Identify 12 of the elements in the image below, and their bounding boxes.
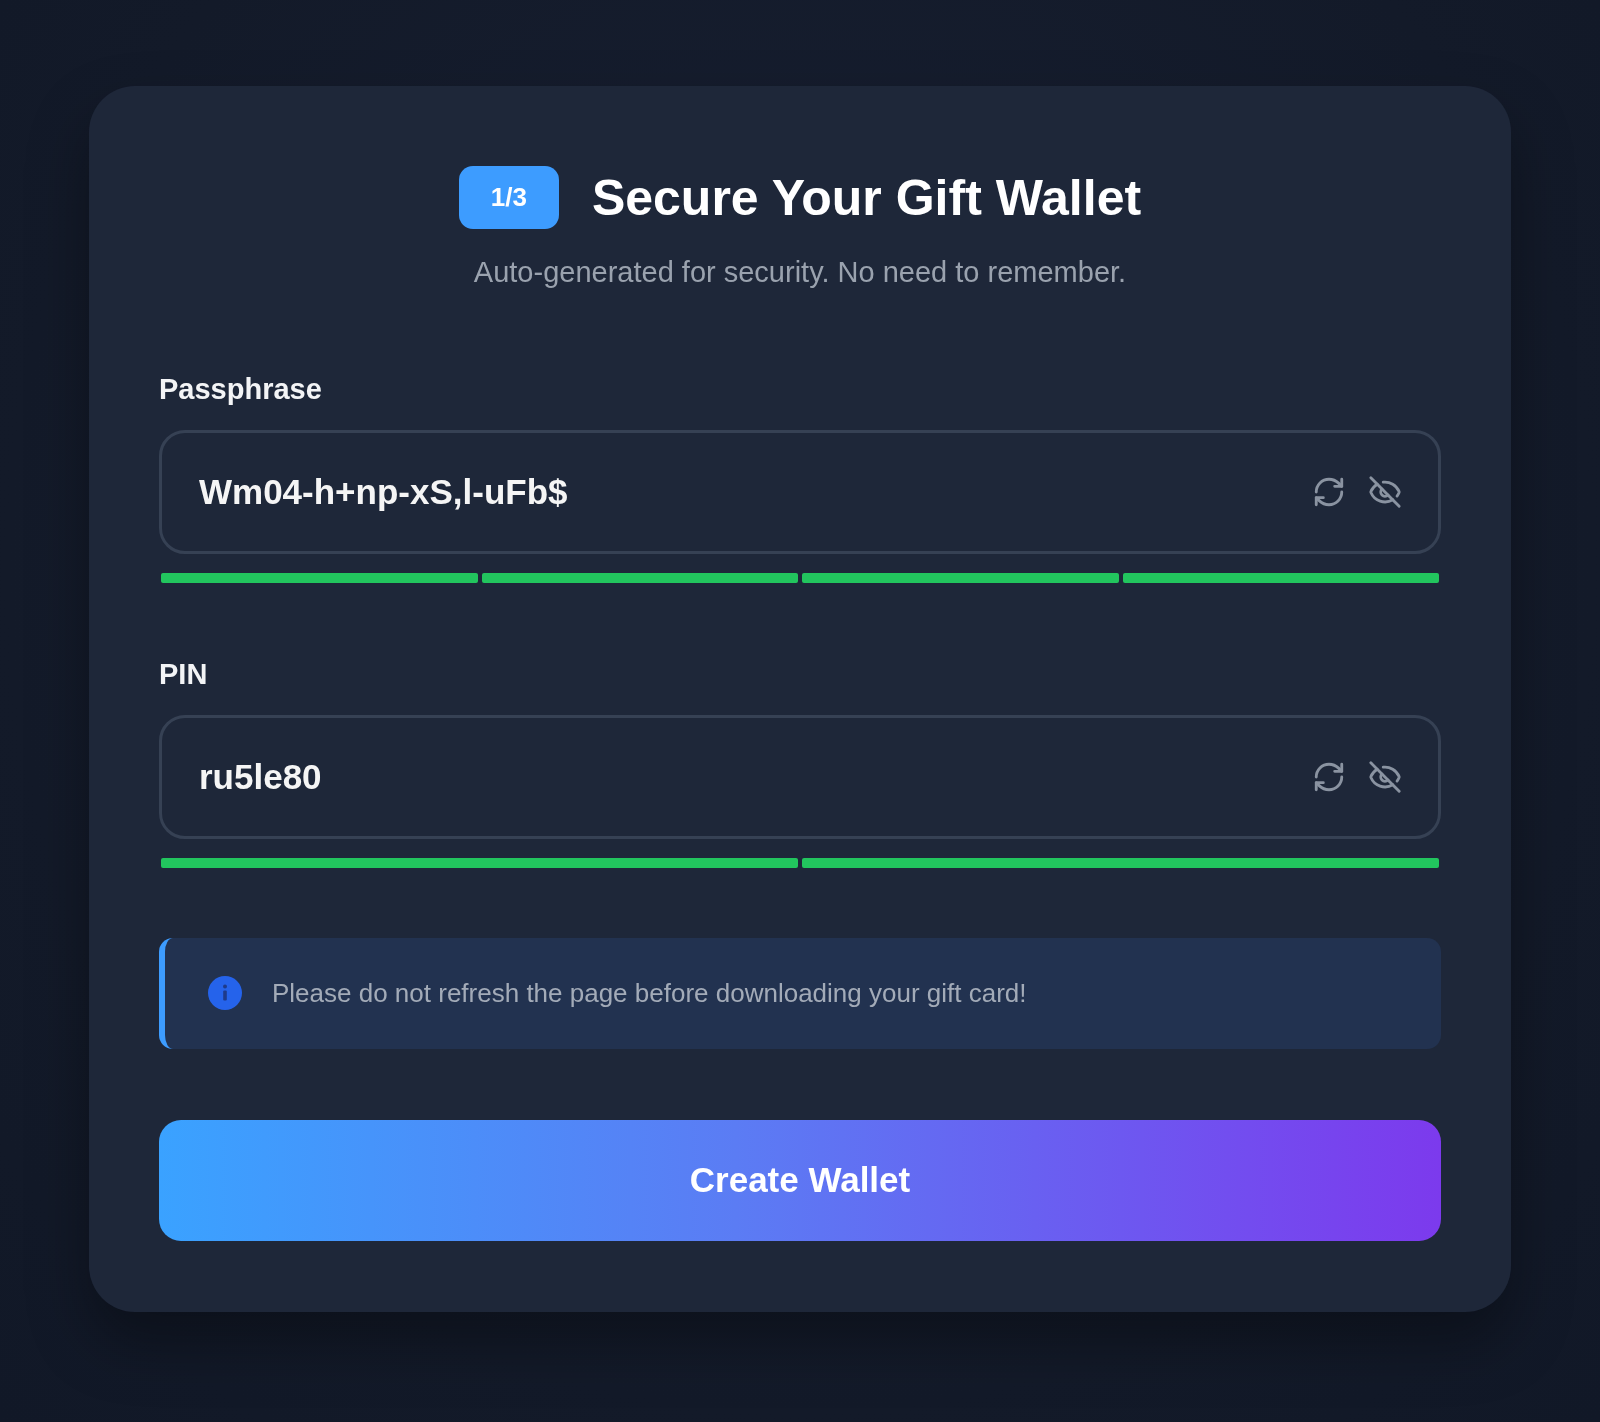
eye-off-icon[interactable] <box>1368 759 1402 794</box>
create-wallet-button[interactable]: Create Wallet <box>159 1119 1441 1241</box>
field-label: PIN <box>159 658 208 691</box>
input-field[interactable]: Wm04-h+np-xS,l-uFb$ <box>159 429 1441 554</box>
eye-off-icon[interactable] <box>1368 474 1402 509</box>
input-field[interactable]: ru5le80 <box>159 714 1441 839</box>
notice-text: Please do not refresh the page before downloading your gift card! <box>272 977 1027 1009</box>
field-label: Passphrase <box>159 373 322 406</box>
info-icon <box>208 976 242 1011</box>
subtitle: Auto-generated for security. No need to remember. <box>473 255 1127 290</box>
page-title: Secure Your Gift Wallet <box>591 168 1142 228</box>
step-badge: 1/3 <box>458 166 559 229</box>
